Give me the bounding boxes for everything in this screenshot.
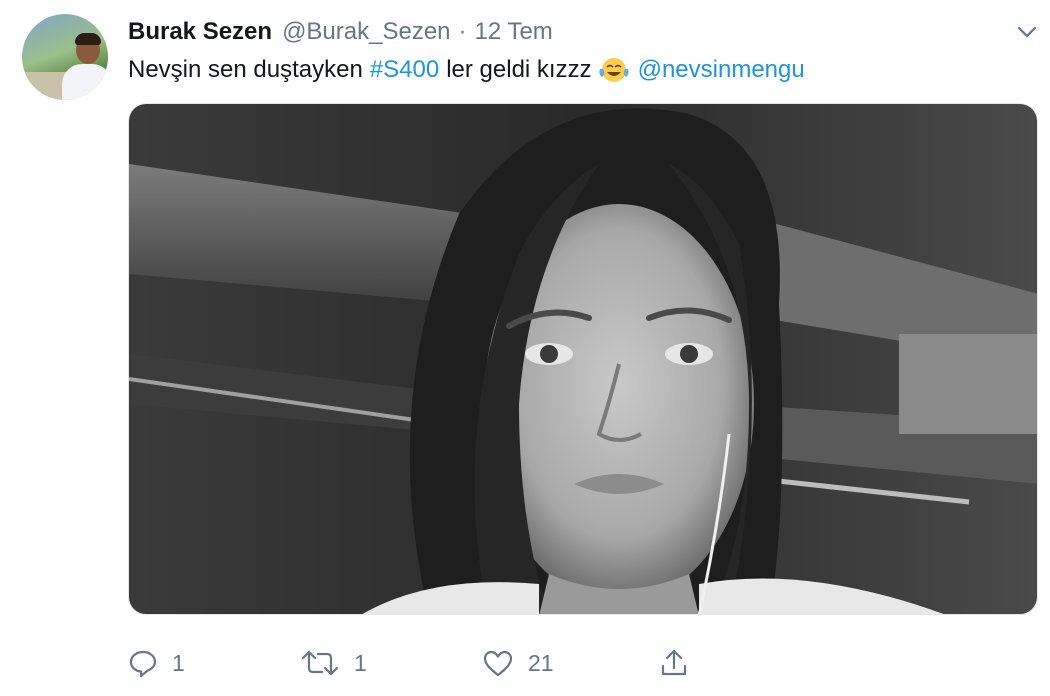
share-icon bbox=[658, 647, 690, 679]
tweet-text-part1: Nevşin sen duştayken bbox=[128, 56, 363, 83]
tweet-header: Burak Sezen @Burak_Sezen · 12 Tem bbox=[128, 18, 553, 46]
photo-image bbox=[129, 104, 1037, 614]
avatar[interactable] bbox=[22, 14, 108, 100]
face-with-tears-of-joy-icon bbox=[598, 56, 630, 84]
heart-icon bbox=[482, 648, 514, 678]
chevron-down-icon[interactable] bbox=[1013, 20, 1041, 44]
author-name[interactable]: Burak Sezen bbox=[128, 18, 272, 46]
like-button[interactable]: 21 bbox=[482, 645, 554, 681]
tweet-photo[interactable] bbox=[128, 103, 1038, 615]
avatar-shirt bbox=[62, 64, 108, 100]
retweet-icon bbox=[300, 648, 340, 678]
reply-icon bbox=[128, 648, 158, 678]
header-separator: · bbox=[458, 18, 467, 45]
tweet-date[interactable]: 12 Tem bbox=[475, 18, 553, 46]
tweet-actions: 1 1 21 bbox=[128, 645, 728, 681]
tweet-text: Nevşin sen duştayken #S400 ler geldi kız… bbox=[128, 56, 805, 84]
reply-button[interactable]: 1 bbox=[128, 645, 185, 681]
reply-count: 1 bbox=[172, 649, 185, 676]
share-button[interactable] bbox=[658, 645, 690, 681]
retweet-count: 1 bbox=[354, 649, 367, 676]
tweet-text-part2: ler geldi kızzz bbox=[446, 56, 592, 83]
hashtag-link[interactable]: #S400 bbox=[370, 56, 439, 84]
avatar-hair bbox=[75, 33, 101, 45]
retweet-button[interactable]: 1 bbox=[300, 645, 367, 681]
like-count: 21 bbox=[528, 649, 554, 676]
tweet-card[interactable]: Burak Sezen @Burak_Sezen · 12 Tem Nevşin… bbox=[0, 0, 1050, 696]
author-handle[interactable]: @Burak_Sezen bbox=[282, 18, 450, 46]
mention-link[interactable]: @nevsinmengu bbox=[638, 56, 805, 84]
